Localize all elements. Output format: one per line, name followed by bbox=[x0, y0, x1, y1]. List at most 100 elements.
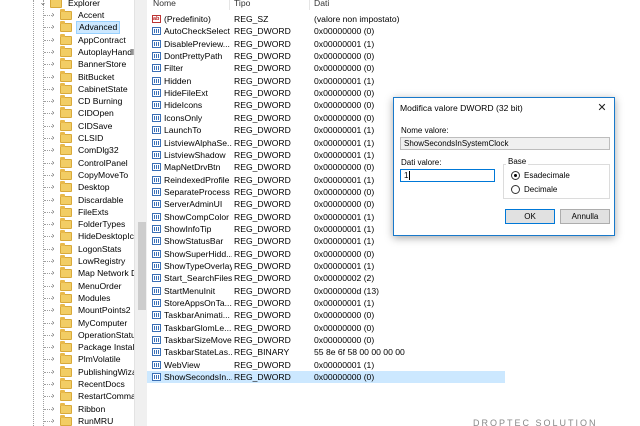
expand-chevron-icon[interactable]: › bbox=[49, 318, 57, 327]
close-icon[interactable]: ✕ bbox=[594, 101, 610, 115]
tree-item[interactable]: › AppContract bbox=[0, 33, 134, 46]
table-row[interactable]: ShowSuperHidd... REG_DWORD 0x00000000 (0) bbox=[147, 248, 505, 260]
cancel-button[interactable]: Annulla bbox=[560, 209, 610, 224]
tree-item[interactable]: › BitBucket bbox=[0, 70, 134, 83]
expand-chevron-icon[interactable]: › bbox=[49, 183, 57, 191]
table-row[interactable]: TaskbarSizeMove REG_DWORD 0x00000000 (0) bbox=[147, 334, 505, 346]
tree-item[interactable]: › RunMRU bbox=[0, 414, 134, 426]
expand-chevron-icon[interactable]: › bbox=[49, 11, 57, 19]
table-row[interactable]: DisablePreview... REG_DWORD 0x00000001 (1) bbox=[147, 38, 505, 50]
table-row[interactable]: AutoCheckSelect REG_DWORD 0x00000000 (0) bbox=[147, 25, 505, 37]
expand-chevron-icon[interactable]: › bbox=[49, 97, 57, 105]
expand-chevron-icon[interactable]: › bbox=[49, 306, 57, 314]
expand-chevron-icon[interactable]: › bbox=[49, 60, 57, 68]
expand-chevron-icon[interactable]: › bbox=[49, 355, 57, 363]
value-data-input[interactable]: 1 bbox=[400, 169, 495, 182]
expand-chevron-icon[interactable]: › bbox=[49, 330, 57, 339]
tree-item[interactable]: › MyComputer bbox=[0, 316, 134, 329]
expand-chevron-icon[interactable]: › bbox=[49, 109, 57, 117]
expand-chevron-icon[interactable]: › bbox=[49, 269, 57, 277]
tree-item[interactable]: › Package Installa bbox=[0, 341, 134, 353]
expand-chevron-icon[interactable]: › bbox=[49, 134, 57, 142]
tree-item[interactable]: › Desktop bbox=[0, 181, 134, 193]
expand-chevron-icon[interactable]: › bbox=[49, 232, 57, 240]
tree-item[interactable]: › RestartCommar bbox=[0, 390, 134, 402]
tree-item[interactable]: › Advanced bbox=[0, 21, 134, 34]
tree-item[interactable]: › MenuOrder bbox=[0, 279, 134, 292]
tree-item[interactable]: › ControlPanel bbox=[0, 156, 134, 169]
table-row[interactable]: TaskbarStateLas... REG_BINARY 55 8e 6f 58 … bbox=[147, 346, 505, 358]
collapse-chevron-icon[interactable]: ⌄ bbox=[39, 0, 47, 7]
expand-chevron-icon[interactable]: › bbox=[49, 23, 57, 31]
column-header-name[interactable]: Nome bbox=[153, 0, 176, 9]
expand-chevron-icon[interactable]: › bbox=[49, 47, 57, 56]
expand-chevron-icon[interactable]: › bbox=[49, 392, 57, 400]
tree-item[interactable]: › LogonStats bbox=[0, 242, 134, 255]
table-row[interactable]: WebView REG_DWORD 0x00000001 (1) bbox=[147, 359, 505, 371]
expand-chevron-icon[interactable]: › bbox=[49, 35, 57, 44]
tree-item[interactable]: › BannerStore bbox=[0, 58, 134, 70]
table-row[interactable]: Hidden REG_DWORD 0x00000001 (1) bbox=[147, 75, 505, 87]
table-row[interactable]: StoreAppsOnTa... REG_DWORD 0x00000001 (1) bbox=[147, 297, 505, 309]
dialog-title-bar[interactable]: Modifica valore DWORD (32 bit) ✕ bbox=[394, 98, 614, 119]
tree-item[interactable]: › CabinetState bbox=[0, 82, 134, 95]
column-header-type[interactable]: Tipo bbox=[234, 0, 250, 9]
expand-chevron-icon[interactable]: › bbox=[49, 404, 57, 413]
radio-dec-indicator[interactable] bbox=[511, 185, 520, 194]
registry-key-tree[interactable]: ⌄ Explorer › Accent › Advanced › AppContract ›… bbox=[0, 0, 134, 426]
tree-item[interactable]: › Discardable bbox=[0, 193, 134, 206]
expand-chevron-icon[interactable]: › bbox=[49, 121, 57, 130]
expand-chevron-icon[interactable]: › bbox=[49, 343, 57, 351]
tree-item[interactable]: › FolderTypes bbox=[0, 218, 134, 230]
tree-item[interactable]: › MountPoints2 bbox=[0, 304, 134, 316]
table-row[interactable]: StartMenuInit REG_DWORD 0x0000000d (13) bbox=[147, 285, 505, 297]
expand-chevron-icon[interactable]: › bbox=[49, 207, 57, 216]
tree-scrollbar-thumb[interactable] bbox=[138, 222, 146, 310]
tree-item[interactable]: › HideDesktopIco bbox=[0, 230, 134, 242]
expand-chevron-icon[interactable]: › bbox=[49, 257, 57, 265]
expand-chevron-icon[interactable]: › bbox=[49, 158, 57, 167]
ok-button[interactable]: OK bbox=[505, 209, 555, 224]
table-row[interactable]: TaskbarAnimati... REG_DWORD 0x00000000 (0) bbox=[147, 309, 505, 321]
tree-item[interactable]: › CLSID bbox=[0, 132, 134, 144]
expand-chevron-icon[interactable]: › bbox=[49, 244, 57, 253]
table-row[interactable]: Filter REG_DWORD 0x00000000 (0) bbox=[147, 62, 505, 74]
expand-chevron-icon[interactable]: › bbox=[49, 220, 57, 228]
tree-item[interactable]: › RecentDocs bbox=[0, 378, 134, 390]
table-row[interactable]: DontPrettyPath REG_DWORD 0x00000000 (0) bbox=[147, 50, 505, 62]
tree-item[interactable]: › Ribbon bbox=[0, 402, 134, 415]
tree-item[interactable]: › Modules bbox=[0, 291, 134, 304]
table-row[interactable]: TaskbarGlomLe... REG_DWORD 0x00000000 (0) bbox=[147, 322, 505, 334]
table-row[interactable]: ShowTypeOverlay REG_DWORD 0x00000001 (1) bbox=[147, 260, 505, 272]
edit-dword-dialog[interactable]: Modifica valore DWORD (32 bit) ✕ Nome va… bbox=[393, 97, 615, 236]
tree-item[interactable]: › CIDOpen bbox=[0, 107, 134, 119]
tree-item[interactable]: › PublishingWiza bbox=[0, 365, 134, 378]
table-row[interactable]: Start_SearchFiles REG_DWORD 0x00000002 (2) bbox=[147, 272, 505, 284]
radio-hex-indicator[interactable] bbox=[511, 171, 520, 180]
expand-chevron-icon[interactable]: › bbox=[49, 146, 57, 154]
tree-item[interactable]: › CopyMoveTo bbox=[0, 168, 134, 181]
expand-chevron-icon[interactable]: › bbox=[49, 195, 57, 204]
tree-item[interactable]: › CIDSave bbox=[0, 119, 134, 132]
tree-item[interactable]: › FileExts bbox=[0, 205, 134, 218]
tree-item[interactable]: › AutoplayHandle bbox=[0, 45, 134, 58]
tree-item[interactable]: › Map Network D bbox=[0, 267, 134, 279]
tree-item-explorer[interactable]: ⌄ Explorer bbox=[0, 0, 134, 9]
tree-item[interactable]: › OperationStatus bbox=[0, 328, 134, 341]
tree-item[interactable]: › ComDlg32 bbox=[0, 144, 134, 156]
column-header-data[interactable]: Dati bbox=[314, 0, 329, 9]
table-row[interactable]: ShowStatusBar REG_DWORD 0x00000001 (1) bbox=[147, 235, 505, 247]
table-row[interactable]: ShowSecondsIn... REG_DWORD 0x00000000 (0) bbox=[147, 371, 505, 384]
tree-item[interactable]: › Accent bbox=[0, 9, 134, 21]
expand-chevron-icon[interactable]: › bbox=[49, 84, 57, 93]
expand-chevron-icon[interactable]: › bbox=[49, 367, 57, 376]
expand-chevron-icon[interactable]: › bbox=[49, 416, 57, 425]
tree-item[interactable]: › CD Burning bbox=[0, 95, 134, 107]
expand-chevron-icon[interactable]: › bbox=[49, 170, 57, 179]
table-row[interactable]: (Predefinito) REG_SZ (valore non impostato… bbox=[147, 13, 505, 25]
tree-scrollbar[interactable] bbox=[134, 0, 147, 426]
expand-chevron-icon[interactable]: › bbox=[49, 281, 57, 290]
expand-chevron-icon[interactable]: › bbox=[49, 293, 57, 302]
tree-item[interactable]: › PlmVolatile bbox=[0, 353, 134, 365]
expand-chevron-icon[interactable]: › bbox=[49, 380, 57, 388]
